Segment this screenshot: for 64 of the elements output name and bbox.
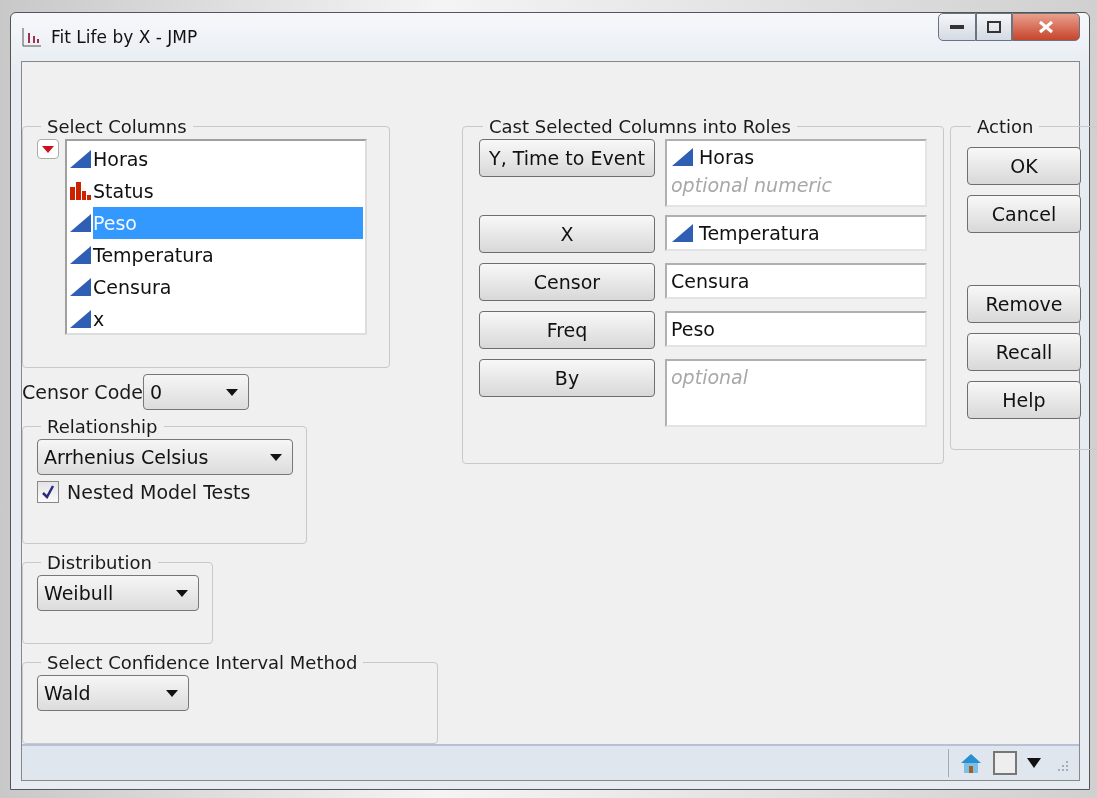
group-title: Relationship: [46, 416, 159, 437]
role-column: Peso: [671, 318, 715, 340]
minimize-icon: [950, 25, 964, 29]
relationship-dropdown[interactable]: Arrhenius Celsius: [37, 439, 293, 475]
bar-chart-icon: [69, 181, 93, 201]
checkmark-icon: [41, 485, 55, 499]
checkbox-label: Nested Model Tests: [67, 481, 251, 503]
distribution-dropdown[interactable]: Weibull: [37, 575, 199, 611]
home-icon[interactable]: [959, 752, 983, 774]
group-title: Select Columns: [46, 116, 188, 137]
censor-code-dropdown[interactable]: 0: [143, 374, 249, 410]
group-title: Cast Selected Columns into Roles: [488, 116, 792, 137]
minimize-button[interactable]: [938, 13, 976, 41]
maximize-icon: [987, 21, 1001, 33]
action-button[interactable]: Remove: [967, 285, 1081, 323]
nested-model-tests-checkbox[interactable]: [37, 481, 59, 503]
maximize-button[interactable]: [976, 13, 1012, 41]
group-title: Distribution: [46, 552, 153, 573]
role-field[interactable]: Peso: [665, 311, 927, 347]
role-field[interactable]: Temperatura: [665, 215, 927, 251]
continuous-column-icon: [671, 147, 695, 167]
continuous-column-icon: [69, 277, 93, 297]
column-item[interactable]: x: [93, 303, 363, 335]
close-icon: [1038, 20, 1054, 34]
caret-icon: [176, 589, 188, 597]
role-column: Censura: [671, 270, 750, 292]
role-field[interactable]: Horas optional numeric: [665, 139, 927, 207]
continuous-column-icon: [69, 213, 93, 233]
caret-icon: [166, 689, 178, 697]
ci-method-dropdown[interactable]: Wald: [37, 675, 189, 711]
continuous-column-icon: [671, 223, 695, 243]
column-item[interactable]: Temperatura: [93, 239, 363, 271]
action-button[interactable]: OK: [967, 147, 1081, 185]
caret-icon: [226, 388, 238, 396]
caret-icon[interactable]: [1027, 758, 1041, 768]
role-hint: optional numeric: [671, 173, 833, 198]
column-item[interactable]: Status: [93, 175, 363, 207]
group-title: Select Confidence Interval Method: [46, 652, 359, 673]
role-column: Horas: [699, 146, 755, 168]
column-item[interactable]: Horas: [93, 143, 363, 175]
chart-app-icon: [21, 26, 43, 48]
role-button[interactable]: Censor: [479, 263, 655, 301]
action-button[interactable]: Recall: [967, 333, 1081, 371]
caret-icon: [270, 453, 282, 461]
role-button[interactable]: By: [479, 359, 655, 397]
role-hint: optional: [671, 365, 749, 390]
continuous-column-icon: [69, 245, 93, 265]
role-button[interactable]: Freq: [479, 311, 655, 349]
caret-icon: [42, 145, 54, 153]
role-field[interactable]: Censura: [665, 263, 927, 299]
column-item[interactable]: Censura: [93, 271, 363, 303]
role-button[interactable]: Y, Time to Event: [479, 139, 655, 177]
action-button[interactable]: Help: [967, 381, 1081, 419]
continuous-column-icon: [69, 149, 93, 169]
close-button[interactable]: [1012, 13, 1080, 41]
group-title: Action: [976, 116, 1035, 137]
menu-button[interactable]: [37, 139, 59, 159]
continuous-column-icon: [69, 309, 93, 329]
role-column: Temperatura: [699, 222, 820, 244]
action-button[interactable]: Cancel: [967, 195, 1081, 233]
role-button[interactable]: X: [479, 215, 655, 253]
window-title: Fit Life by X - JMP: [51, 27, 198, 47]
censor-code-label: Censor Code: [22, 381, 143, 403]
checkbox-icon[interactable]: [993, 751, 1017, 775]
